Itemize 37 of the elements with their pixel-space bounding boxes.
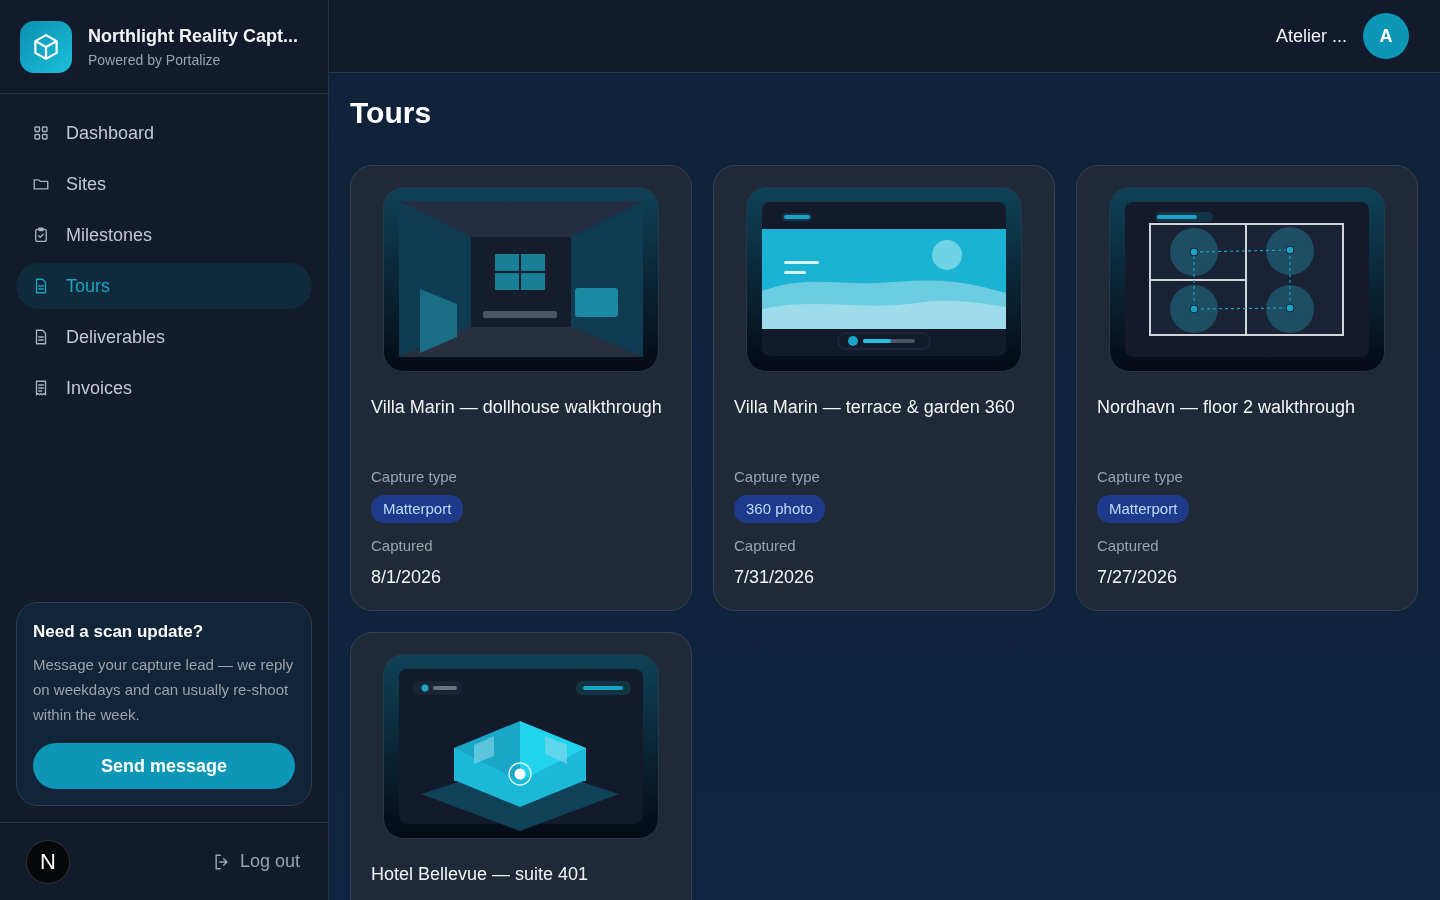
nav-item[interactable]: Milestones — [16, 212, 312, 258]
field-label: Capture type — [371, 467, 458, 487]
field-label: Capture type — [734, 467, 821, 487]
company-name: Northlight Reality Capt... — [88, 24, 298, 48]
powered-by-text: Powered by Portalize — [88, 50, 222, 70]
field-label: Captured — [371, 536, 434, 556]
tour-card[interactable]: Villa Marin — terrace & garden 360 Capture type 360 photo Captured 7/31/2026 — [713, 165, 1055, 611]
nav-item[interactable]: Deliverables — [16, 314, 312, 360]
help-text: Message your capture lead — we reply on weekdays and can usually re-shoot within the week. — [33, 655, 295, 725]
clipboard-icon — [32, 226, 50, 244]
tour-title: Villa Marin — terrace & garden 360 — [734, 396, 1016, 419]
nav-item[interactable]: Tours — [16, 263, 312, 309]
user-name[interactable]: Atelier ... — [1275, 22, 1347, 50]
tour-card[interactable]: Hotel Bellevue — suite 401 — [350, 632, 692, 900]
grid-icon — [32, 124, 50, 142]
app-avatar[interactable]: N — [26, 839, 70, 884]
cube-icon — [31, 31, 61, 62]
nav-item[interactable]: Dashboard — [16, 110, 312, 156]
field-label: Capture type — [1097, 467, 1184, 487]
tour-title: Nordhavn — floor 2 walkthrough — [1097, 396, 1357, 419]
logout-button[interactable]: Log out — [211, 848, 300, 875]
tour-card[interactable]: Villa Marin — dollhouse walkthrough Capture type Matterport Captured 8/1/2026 — [350, 165, 692, 611]
field-label: Captured — [1097, 536, 1160, 556]
captured-date: 8/1/2026 — [371, 565, 443, 589]
capture-type-tag: Matterport — [1097, 494, 1190, 523]
captured-date: 7/27/2026 — [1097, 565, 1179, 589]
tour-title: Villa Marin — dollhouse walkthrough — [371, 396, 663, 419]
help-title: Need a scan update? — [33, 620, 205, 643]
capture-type-tag: 360 photo — [734, 494, 825, 523]
captured-date: 7/31/2026 — [734, 565, 816, 589]
nav-item[interactable]: Sites — [16, 161, 312, 207]
tour-title: Hotel Bellevue — suite 401 — [371, 863, 590, 886]
tour-card[interactable]: Nordhavn — floor 2 walkthrough Capture type Matterport Captured 7/27/2026 — [1076, 165, 1418, 611]
field-label: Captured — [734, 536, 797, 556]
capture-type-tag: Matterport — [371, 494, 464, 523]
page-title: Tours — [350, 95, 433, 131]
nav-item[interactable]: Invoices — [16, 365, 312, 411]
